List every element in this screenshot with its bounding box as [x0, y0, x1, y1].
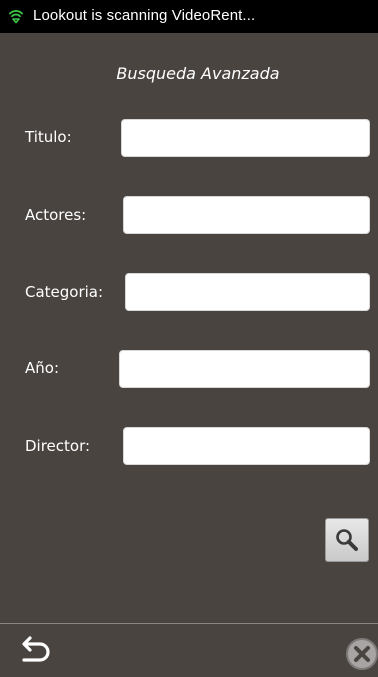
ano-label: Año:: [25, 359, 59, 377]
ano-input[interactable]: [119, 350, 370, 388]
back-button[interactable]: [16, 634, 56, 670]
titulo-label: Titulo:: [25, 128, 72, 146]
categoria-input[interactable]: [125, 273, 370, 311]
actores-input[interactable]: [123, 196, 370, 234]
status-bar: Lookout is scanning VideoRent...: [0, 0, 378, 33]
search-button[interactable]: [325, 518, 369, 562]
director-label: Director:: [25, 437, 91, 455]
actores-label: Actores:: [25, 206, 87, 224]
close-circle-icon: [342, 638, 378, 677]
app-screen: Lookout is scanning VideoRent... Busqued…: [0, 0, 378, 677]
close-button[interactable]: [342, 634, 378, 674]
back-arrow-icon: [16, 636, 56, 673]
lookout-shield-icon: [8, 8, 24, 24]
director-input[interactable]: [123, 427, 370, 465]
bottom-nav-bar: [0, 624, 378, 677]
page-title: Busqueda Avanzada: [116, 64, 280, 83]
categoria-label: Categoria:: [25, 283, 104, 301]
titulo-input[interactable]: [121, 119, 370, 157]
notification-text: Lookout is scanning VideoRent...: [33, 7, 256, 24]
